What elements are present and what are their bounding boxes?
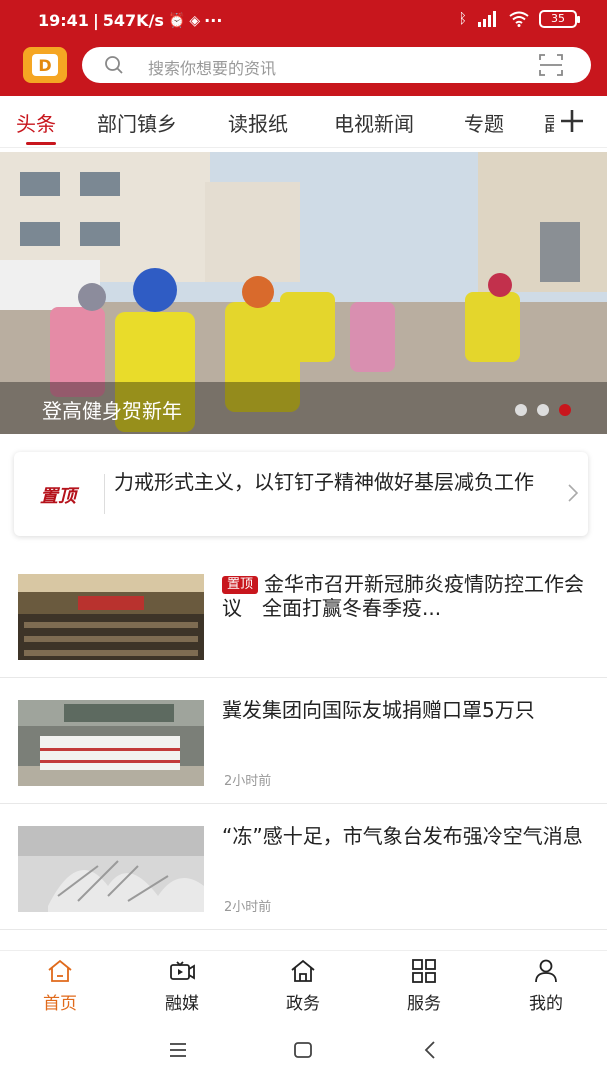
menu-icon[interactable] bbox=[168, 1040, 188, 1060]
system-navigation-bar bbox=[0, 1020, 607, 1080]
more-notifications-icon: ··· bbox=[204, 11, 223, 30]
nav-label: 服务 bbox=[407, 994, 441, 1014]
news-title: 置顶 金华市召开新冠肺炎疫情防控工作会议 全面打赢冬春季疫... bbox=[222, 572, 592, 620]
news-thumbnail bbox=[18, 700, 204, 786]
app-logo-mark: D bbox=[32, 54, 58, 76]
news-title-text: 金华市召开新冠肺炎疫情防控工作会议 全面打赢冬春季疫... bbox=[222, 572, 585, 620]
status-left: 19:41 | 547K/s ⏰ ◈ ··· bbox=[38, 11, 222, 30]
news-thumbnail bbox=[18, 826, 204, 912]
pinned-text: 力戒形式主义，以钉钉子精神做好基层减负工作 bbox=[114, 470, 534, 494]
channel-tabs: 头条 部门镇乡 读报纸 电视新闻 专题 副 bbox=[0, 96, 607, 148]
pinned-tag: 置顶 bbox=[222, 576, 259, 594]
nav-government[interactable]: 政务 bbox=[263, 959, 343, 1014]
status-separator: | bbox=[92, 11, 99, 30]
nav-label: 政务 bbox=[286, 994, 320, 1014]
tab-departments[interactable]: 部门镇乡 bbox=[97, 108, 177, 137]
nav-label: 首页 bbox=[43, 994, 77, 1014]
media-tv-icon bbox=[170, 961, 195, 980]
news-time: 2小时前 bbox=[224, 774, 272, 789]
home-icon bbox=[48, 959, 72, 982]
active-tab-indicator bbox=[26, 142, 56, 145]
nav-services[interactable]: 服务 bbox=[384, 959, 464, 1014]
back-icon[interactable] bbox=[420, 1040, 440, 1060]
nav-label: 融媒 bbox=[165, 994, 199, 1014]
banner-caption: 登高健身贺新年 bbox=[42, 399, 182, 423]
status-bar: 19:41 | 547K/s ⏰ ◈ ··· ᛒ 35 bbox=[0, 0, 607, 42]
news-item[interactable]: 冀发集团向国际友城捐赠口罩5万只 2小时前 bbox=[0, 678, 607, 804]
wifi-icon bbox=[509, 11, 529, 27]
carousel-dot bbox=[515, 404, 527, 416]
pinned-card[interactable]: 置顶 力戒形式主义，以钉钉子精神做好基层减负工作 bbox=[14, 452, 588, 536]
search-bar[interactable]: 搜索你想要的资讯 bbox=[82, 47, 591, 83]
news-title: 冀发集团向国际友城捐赠口罩5万只 bbox=[222, 698, 535, 722]
add-channel-icon[interactable] bbox=[559, 108, 585, 134]
tab-more-partial[interactable]: 副 bbox=[544, 108, 554, 137]
pinned-label: 置顶 bbox=[40, 486, 76, 507]
carousel-dots bbox=[515, 404, 571, 416]
carousel-dot bbox=[537, 404, 549, 416]
bluetooth-icon: ᛒ bbox=[458, 11, 467, 27]
news-title: “冻”感十足，市气象台发布强冷空气消息 bbox=[222, 824, 583, 848]
network-speed: 547K/s bbox=[102, 11, 164, 30]
news-item[interactable]: 置顶 金华市召开新冠肺炎疫情防控工作会议 全面打赢冬春季疫... bbox=[0, 552, 607, 678]
home-square-icon[interactable] bbox=[293, 1040, 313, 1060]
nav-profile[interactable]: 我的 bbox=[506, 959, 586, 1014]
search-icon bbox=[105, 56, 123, 74]
tab-newspaper[interactable]: 读报纸 bbox=[228, 108, 288, 137]
banner-carousel[interactable]: 登高健身贺新年 bbox=[0, 152, 607, 434]
government-icon bbox=[291, 959, 315, 982]
carousel-dot-active bbox=[559, 404, 571, 416]
pinned-divider bbox=[104, 474, 105, 514]
tab-topics[interactable]: 专题 bbox=[464, 108, 504, 137]
status-time: 19:41 bbox=[38, 11, 89, 30]
bottom-navigation: 首页 融媒 政务 服务 我的 bbox=[0, 950, 607, 1020]
news-time: 2小时前 bbox=[224, 900, 272, 915]
news-thumbnail bbox=[18, 574, 204, 660]
tab-headlines[interactable]: 头条 bbox=[16, 108, 56, 137]
search-placeholder: 搜索你想要的资讯 bbox=[148, 59, 277, 78]
status-right: ᛒ 35 bbox=[458, 10, 580, 28]
chevron-right-icon bbox=[568, 484, 578, 502]
tab-tv-news[interactable]: 电视新闻 bbox=[334, 108, 414, 137]
app-notification-icon: ◈ bbox=[189, 12, 201, 29]
grid-icon bbox=[412, 959, 436, 983]
alarm-icon: ⏰ bbox=[167, 12, 186, 29]
user-icon bbox=[535, 959, 557, 983]
app-header: 19:41 | 547K/s ⏰ ◈ ··· ᛒ 35 D 搜索你想要的资讯 bbox=[0, 0, 607, 96]
nav-home[interactable]: 首页 bbox=[20, 959, 100, 1014]
news-item[interactable]: “冻”感十足，市气象台发布强冷空气消息 2小时前 bbox=[0, 804, 607, 930]
battery-icon: 35 bbox=[539, 10, 580, 28]
nav-media[interactable]: 融媒 bbox=[142, 959, 222, 1014]
app-logo[interactable]: D bbox=[23, 47, 67, 83]
nav-label: 我的 bbox=[529, 994, 563, 1014]
signal-icon bbox=[478, 11, 496, 27]
scan-icon[interactable] bbox=[539, 54, 563, 76]
